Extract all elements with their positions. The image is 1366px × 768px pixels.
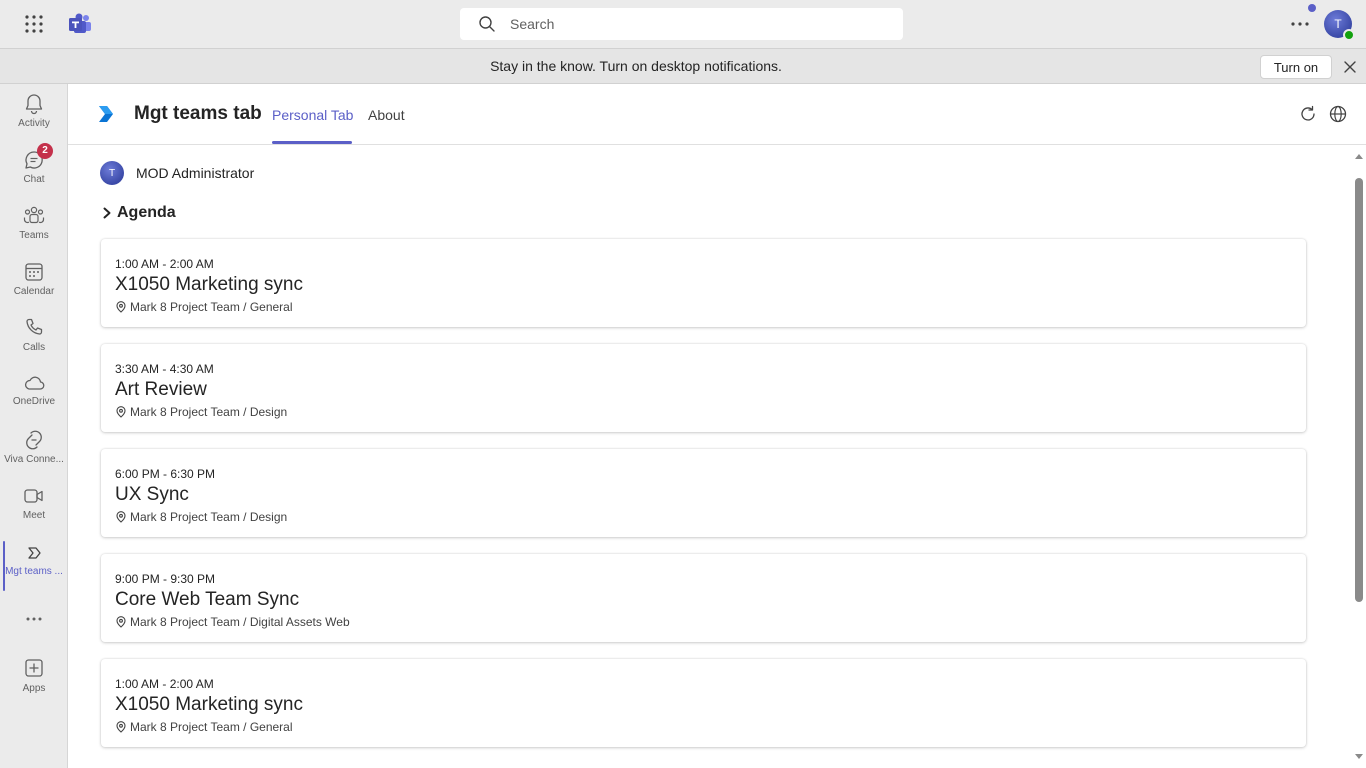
rail-item-viva-connections[interactable]: Viva Conne... <box>0 429 68 481</box>
event-subject: X1050 Marketing sync <box>115 274 303 295</box>
mgt-logo-icon <box>99 106 113 122</box>
app-rail: Activity 2 Chat Teams Calendar Calls One… <box>0 84 68 768</box>
agenda-event[interactable]: 1:00 AM - 2:00 AM X1050 Marketing sync M… <box>101 239 1306 327</box>
agenda-event[interactable]: 9:00 PM - 9:30 PM Core Web Team Sync Mar… <box>101 554 1306 642</box>
rail-item-label: Chat <box>23 174 45 185</box>
add-app-icon <box>25 659 43 677</box>
app-launcher-icon[interactable] <box>24 14 44 34</box>
banner-message: Stay in the know. Turn on desktop notifi… <box>490 58 782 74</box>
viva-connections-icon <box>26 430 42 450</box>
rail-item-calls[interactable]: Calls <box>0 317 68 369</box>
location-pin-icon <box>116 301 126 313</box>
rail-item-more[interactable] <box>0 609 68 631</box>
rail-item-mgt-teams-tab[interactable]: Mgt teams ... <box>0 541 68 595</box>
rail-item-label: Calls <box>22 342 46 353</box>
refresh-icon[interactable] <box>1298 104 1318 124</box>
event-subject: X1050 Marketing sync <box>115 694 303 715</box>
rail-item-label: Apps <box>22 683 46 694</box>
rail-item-label: OneDrive <box>12 396 56 407</box>
tab-personal-tab[interactable]: Personal Tab <box>272 107 353 123</box>
rail-item-activity[interactable]: Activity <box>0 93 68 145</box>
agenda-event[interactable]: 1:00 AM - 2:00 AM X1050 Marketing sync M… <box>101 659 1306 747</box>
agenda-event[interactable]: 6:00 PM - 6:30 PM UX Sync Mark 8 Project… <box>101 449 1306 537</box>
chevron-right-icon[interactable] <box>101 207 113 219</box>
scroll-down-arrow-icon[interactable] <box>1354 753 1364 761</box>
calendar-icon <box>25 263 43 281</box>
rail-item-chat[interactable]: 2 Chat <box>0 143 68 201</box>
phone-icon <box>26 318 43 335</box>
rail-item-apps[interactable]: Apps <box>0 658 68 710</box>
location-pin-icon <box>116 406 126 418</box>
rail-item-calendar[interactable]: Calendar <box>0 261 68 313</box>
event-location: Mark 8 Project Team / Design <box>130 510 288 524</box>
agenda-event[interactable]: 3:30 AM - 4:30 AM Art Review Mark 8 Proj… <box>101 344 1306 432</box>
globe-icon[interactable] <box>1328 104 1348 124</box>
more-icon <box>26 617 42 621</box>
event-time: 1:00 AM - 2:00 AM <box>115 677 214 691</box>
event-subject: Core Web Team Sync <box>115 589 300 610</box>
active-tab-indicator <box>272 141 352 144</box>
app-title: Mgt teams tab <box>134 103 262 124</box>
person-name: MOD Administrator <box>136 165 255 181</box>
tab-about[interactable]: About <box>368 107 405 123</box>
user-avatar[interactable]: T <box>1308 4 1355 41</box>
chat-unread-badge: 2 <box>37 143 53 159</box>
event-subject: UX Sync <box>115 484 189 505</box>
rail-item-meet[interactable]: Meet <box>0 485 68 537</box>
close-icon[interactable] <box>1342 59 1358 75</box>
event-time: 3:30 AM - 4:30 AM <box>115 362 214 376</box>
agenda-title[interactable]: Agenda <box>117 204 176 222</box>
event-location: Mark 8 Project Team / General <box>130 300 293 314</box>
search-box[interactable] <box>460 8 903 40</box>
rail-item-label: Viva Conne... <box>4 454 64 465</box>
rail-item-label: Mgt teams ... <box>5 566 63 577</box>
cloud-icon <box>24 376 45 390</box>
app-header: Mgt teams tab Personal Tab About <box>68 84 1366 145</box>
teams-logo-icon <box>69 13 91 33</box>
rail-item-label: Teams <box>19 230 49 241</box>
rail-item-teams[interactable]: Teams <box>0 205 68 257</box>
event-location: Mark 8 Project Team / Digital Assets Web <box>130 615 350 629</box>
event-subject: Art Review <box>115 379 207 400</box>
rail-item-label: Calendar <box>13 286 55 297</box>
search-input[interactable] <box>510 8 890 40</box>
scroll-up-arrow-icon[interactable] <box>1354 152 1364 160</box>
rail-item-label: Activity <box>18 118 50 129</box>
rail-item-label: Meet <box>22 510 46 521</box>
event-time: 6:00 PM - 6:30 PM <box>115 467 216 481</box>
video-icon <box>24 489 43 503</box>
person-avatar[interactable]: T <box>100 161 124 185</box>
event-time: 1:00 AM - 2:00 AM <box>115 257 214 271</box>
turn-on-notifications-button[interactable]: Turn on <box>1260 55 1332 79</box>
location-pin-icon <box>116 511 126 523</box>
notification-banner: Stay in the know. Turn on desktop notifi… <box>0 48 1366 84</box>
event-time: 9:00 PM - 9:30 PM <box>115 572 216 586</box>
search-icon <box>479 16 495 32</box>
mgt-app-icon <box>28 547 41 559</box>
bell-icon <box>25 94 43 115</box>
presence-available-icon <box>1343 29 1355 41</box>
user-avatar-initial: T <box>1334 17 1342 31</box>
rail-item-onedrive[interactable]: OneDrive <box>0 373 68 425</box>
personal-tab-content: T MOD Administrator Agenda 1:00 AM - 2:0… <box>68 145 1352 768</box>
person-avatar-initial: T <box>108 167 116 179</box>
location-pin-icon <box>116 616 126 628</box>
top-bar: T <box>0 0 1366 48</box>
event-location: Mark 8 Project Team / General <box>130 720 293 734</box>
notification-dot <box>1308 4 1316 12</box>
scrollbar-thumb[interactable] <box>1355 178 1363 602</box>
event-location: Mark 8 Project Team / Design <box>130 405 288 419</box>
teams-icon <box>23 206 45 224</box>
location-pin-icon <box>116 721 126 733</box>
settings-more-icon[interactable] <box>1288 14 1312 34</box>
